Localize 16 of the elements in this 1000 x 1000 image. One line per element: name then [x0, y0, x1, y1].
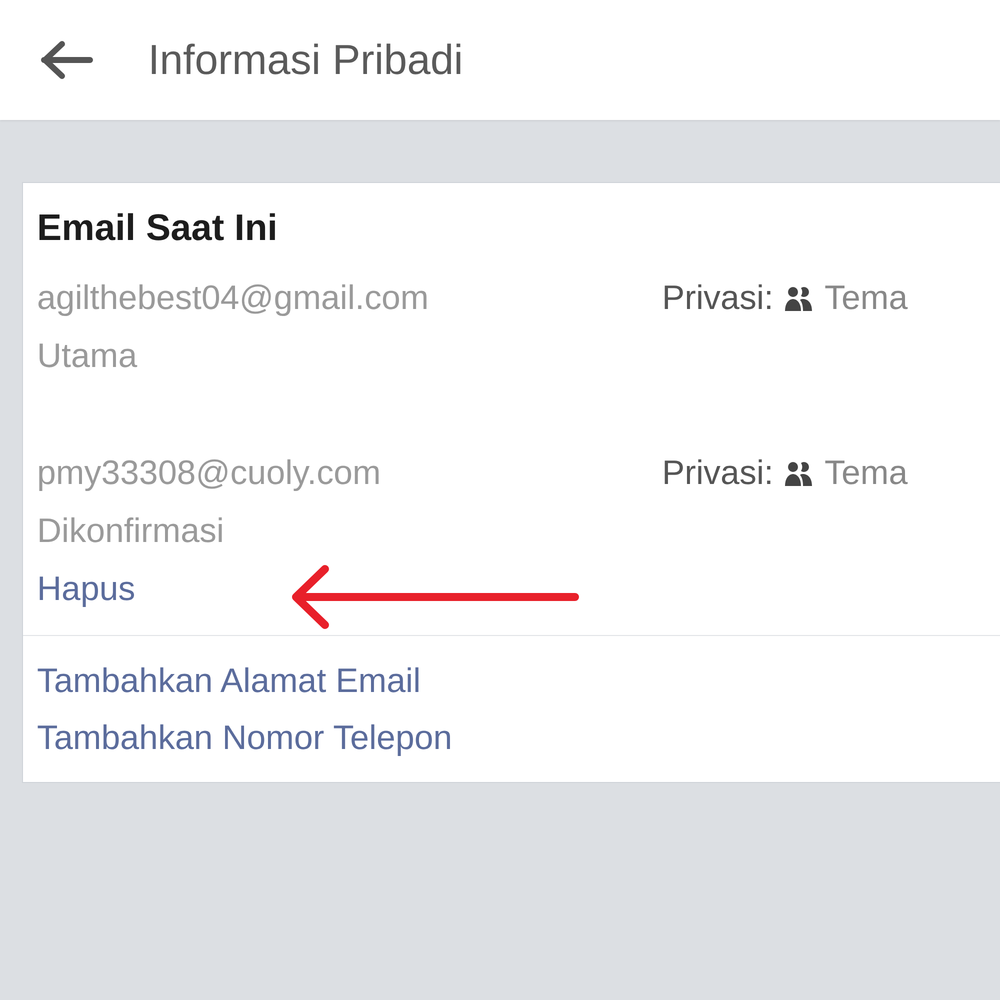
remove-link[interactable]: Hapus — [37, 560, 136, 618]
email-address: agilthebest04@gmail.com — [37, 278, 429, 319]
back-arrow-icon[interactable] — [40, 40, 94, 80]
privacy-label: Privasi: — [662, 278, 774, 318]
privacy-value[interactable]: Tema — [824, 454, 908, 492]
privacy-label: Privasi: — [662, 454, 774, 492]
privacy-value[interactable]: Tema — [824, 278, 908, 318]
add-link[interactable]: Tambahkan Nomor Telepon — [37, 710, 452, 767]
people-icon[interactable] — [785, 285, 812, 311]
add-link[interactable]: Tambahkan Alamat Email — [37, 653, 421, 710]
email-address: pmy33308@cuoly.com — [37, 453, 381, 494]
people-icon[interactable] — [785, 460, 812, 486]
email-status: Dikonfirmasi — [37, 511, 224, 552]
page-title: Informasi Pribadi — [148, 36, 464, 84]
section-title: Email Saat Ini — [37, 206, 279, 250]
email-status: Utama — [37, 336, 138, 377]
